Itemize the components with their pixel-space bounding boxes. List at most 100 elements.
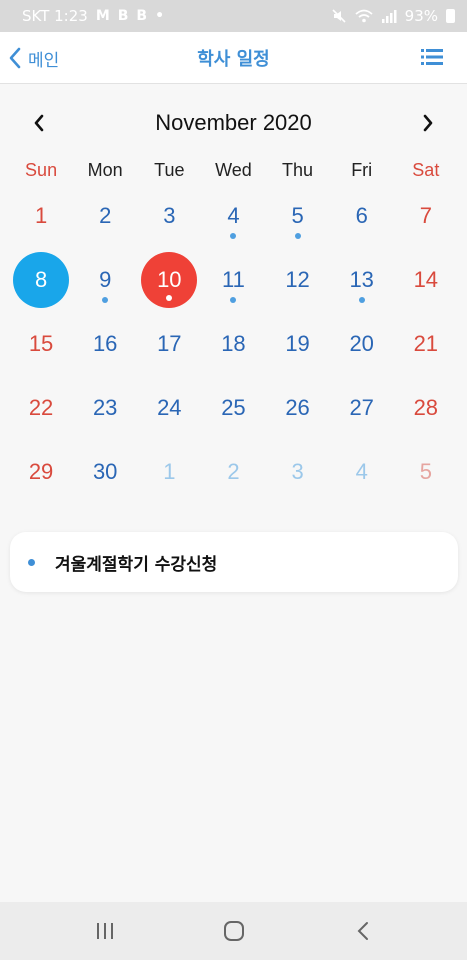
day-cell[interactable]: 14 — [394, 248, 458, 312]
status-bar: SKT 1:23 M B B • 93% — [0, 0, 467, 32]
weekday-sat: Sat — [412, 160, 440, 180]
weekday-fri: Fri — [351, 160, 373, 180]
system-navigation-bar — [0, 902, 467, 960]
day-number: 18 — [221, 331, 246, 356]
day-cell[interactable]: 2 — [201, 440, 265, 504]
day-number: 1 — [34, 203, 48, 228]
day-cell[interactable]: 26 — [266, 376, 330, 440]
chevron-right-icon — [423, 114, 433, 132]
day-number: 15 — [28, 331, 54, 356]
next-month-button[interactable] — [411, 106, 445, 140]
day-number: 26 — [285, 395, 310, 420]
day-cell[interactable]: 24 — [137, 376, 201, 440]
day-cell[interactable]: 4 — [330, 440, 394, 504]
day-cell[interactable]: 21 — [394, 312, 458, 376]
day-cell[interactable]: 4 — [201, 184, 265, 248]
prev-month-button[interactable] — [22, 106, 56, 140]
list-menu-button[interactable] — [421, 48, 443, 66]
event-indicator-dot — [294, 233, 301, 239]
day-cell[interactable]: 17 — [137, 312, 201, 376]
more-notifications-icon: • — [155, 8, 165, 24]
event-title: 겨울계절학기 수강신청 — [55, 554, 218, 575]
signal-icon — [381, 10, 397, 23]
event-item[interactable]: 겨울계절학기 수강신청 — [10, 532, 458, 592]
day-number: 30 — [92, 459, 118, 484]
recents-button[interactable] — [75, 902, 135, 960]
system-back-button[interactable] — [333, 902, 393, 960]
day-number: 21 — [413, 331, 439, 356]
day-cell[interactable]: 13 — [330, 248, 394, 312]
day-number: 4 — [355, 459, 368, 484]
day-number: 22 — [28, 395, 54, 420]
mute-icon — [332, 9, 346, 23]
day-cell-selected[interactable]: 8 — [9, 248, 73, 312]
event-indicator-dot — [358, 297, 365, 303]
day-cell[interactable]: 5 — [266, 184, 330, 248]
day-number: 19 — [285, 331, 310, 356]
weekday-thu: Thu — [282, 160, 314, 180]
day-grid: 1 2 3 4 5 6 7 8 9 10 11 12 13 14 15 16 17 18 19 20 21 22 23 24 2… — [9, 184, 458, 504]
back-button[interactable]: 메인 — [8, 32, 59, 84]
event-indicator-dot — [230, 233, 237, 239]
day-number: 16 — [92, 331, 118, 356]
day-number: 13 — [349, 267, 374, 292]
day-cell[interactable]: 9 — [73, 248, 137, 312]
event-indicator-dot — [230, 297, 237, 303]
day-cell[interactable]: 28 — [394, 376, 458, 440]
weekday-tue: Tue — [154, 160, 185, 180]
day-number: 29 — [28, 459, 54, 484]
day-cell[interactable]: 20 — [330, 312, 394, 376]
day-number: 17 — [157, 331, 182, 356]
battery-icon — [446, 9, 455, 23]
month-title: November 2020 — [155, 110, 312, 135]
day-cell[interactable]: 7 — [394, 184, 458, 248]
status-left: SKT 1:23 M B B • — [22, 7, 164, 25]
weekday-mon: Mon — [87, 160, 123, 180]
home-button[interactable] — [204, 902, 264, 960]
chevron-left-icon — [34, 114, 44, 132]
day-cell[interactable]: 25 — [201, 376, 265, 440]
day-cell[interactable]: 11 — [201, 248, 265, 312]
day-number: 7 — [419, 203, 432, 228]
day-cell[interactable]: 3 — [137, 184, 201, 248]
battery-percent: 93% — [404, 7, 438, 25]
day-cell[interactable]: 16 — [73, 312, 137, 376]
day-cell[interactable]: 1 — [9, 184, 73, 248]
day-cell[interactable]: 27 — [330, 376, 394, 440]
day-number: 6 — [355, 203, 368, 228]
day-cell[interactable]: 2 — [73, 184, 137, 248]
day-cell[interactable]: 6 — [330, 184, 394, 248]
day-cell-today[interactable]: 10 — [137, 248, 201, 312]
day-number: 2 — [99, 203, 112, 228]
day-number: 14 — [413, 267, 439, 292]
day-cell[interactable]: 22 — [9, 376, 73, 440]
day-cell[interactable]: 19 — [266, 312, 330, 376]
month-navigation: November 2020 — [0, 106, 467, 140]
day-cell[interactable]: 5 — [394, 440, 458, 504]
day-number: 10 — [157, 267, 182, 292]
day-cell[interactable]: 29 — [9, 440, 73, 504]
event-indicator-dot — [102, 297, 109, 303]
day-number: 12 — [285, 267, 310, 292]
day-cell[interactable]: 15 — [9, 312, 73, 376]
day-number: 11 — [222, 267, 245, 292]
day-number: 3 — [291, 459, 304, 484]
chevron-left-icon — [9, 47, 21, 69]
event-bullet-icon — [28, 558, 35, 566]
day-number: 25 — [221, 395, 246, 420]
day-number: 9 — [99, 267, 112, 292]
weekday-wed: Wed — [215, 160, 252, 180]
day-cell[interactable]: 30 — [73, 440, 137, 504]
day-number: 27 — [349, 395, 374, 420]
wifi-icon — [355, 9, 373, 23]
day-cell[interactable]: 1 — [137, 440, 201, 504]
calendar: November 2020 Sun Mon Tue Wed Thu Fri Sa… — [0, 84, 467, 504]
day-number: 2 — [227, 459, 240, 484]
event-indicator-dot — [166, 295, 173, 301]
day-number: 3 — [163, 203, 176, 228]
day-cell[interactable]: 12 — [266, 248, 330, 312]
day-cell[interactable]: 23 — [73, 376, 137, 440]
day-cell[interactable]: 3 — [266, 440, 330, 504]
day-number: 23 — [92, 395, 118, 420]
day-cell[interactable]: 18 — [201, 312, 265, 376]
